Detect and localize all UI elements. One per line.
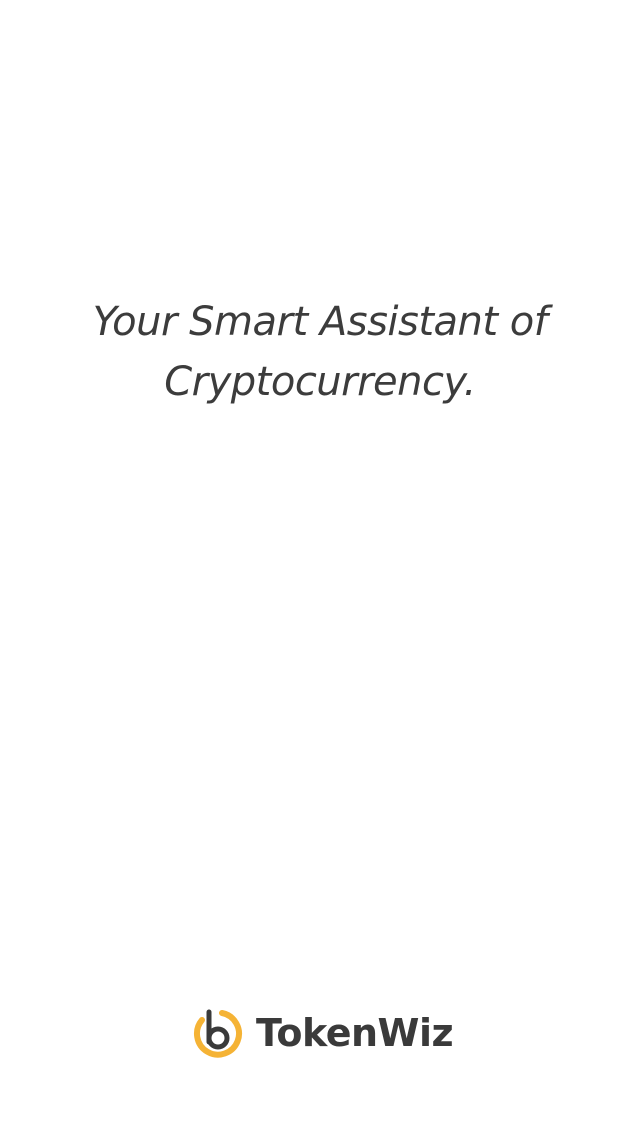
tagline: Your Smart Assistant of Cryptocurrency. (60, 292, 580, 412)
splash-screen: Your Smart Assistant of Cryptocurrency. … (0, 0, 640, 1136)
tokenwiz-logo-icon (194, 1009, 242, 1058)
tagline-line-1: Your Smart Assistant of (92, 299, 548, 345)
brand-lockup: TokenWiz (192, 1006, 454, 1060)
brand-name: TokenWiz (256, 1011, 454, 1055)
tagline-line-2: Cryptocurrency. (164, 359, 476, 405)
